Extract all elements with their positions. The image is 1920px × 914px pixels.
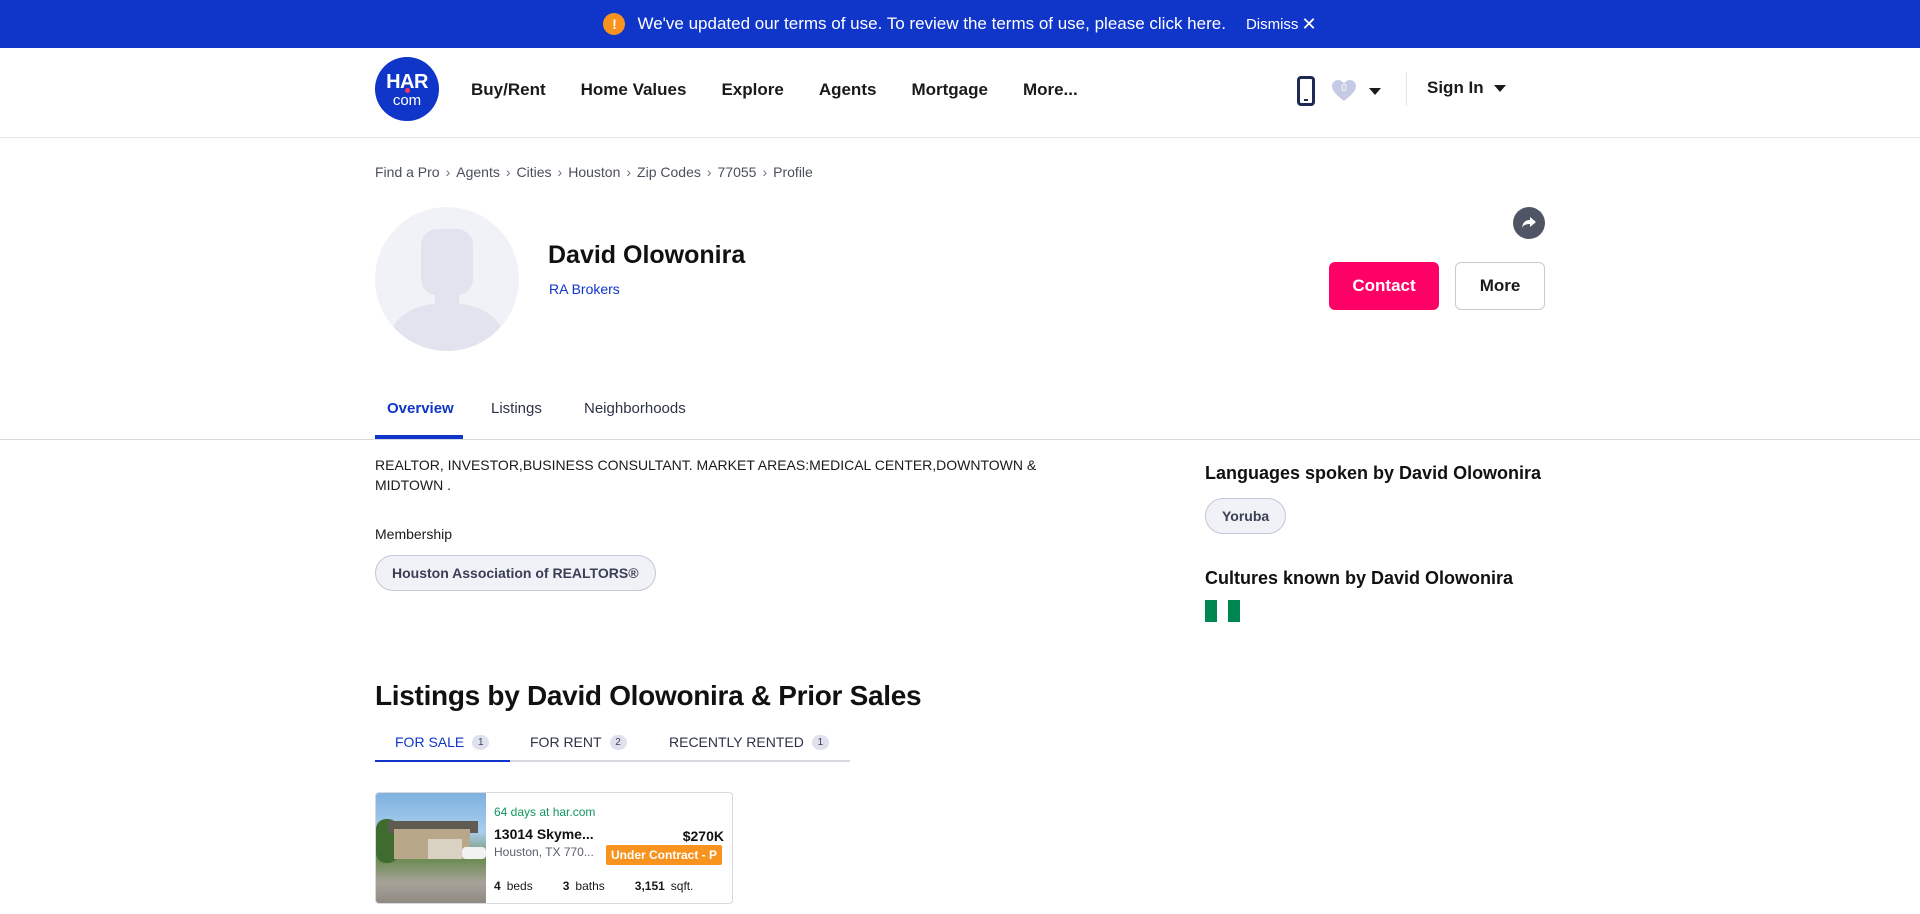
tab-overview[interactable]: Overview xyxy=(387,400,454,417)
warning-icon: ! xyxy=(603,13,626,35)
chevron-down-icon[interactable] xyxy=(1369,87,1381,95)
active-tab-indicator xyxy=(375,760,510,762)
breadcrumb-houston[interactable]: Houston xyxy=(568,164,620,180)
logo-text-com: com xyxy=(392,92,422,109)
beds-label: beds xyxy=(506,879,533,893)
sign-in-button[interactable]: Sign In xyxy=(1427,78,1506,98)
favorites-count: 0 xyxy=(1341,83,1347,94)
nav-mortgage[interactable]: Mortgage xyxy=(911,80,988,100)
breadcrumb: Find a Pro › Agents › Cities › Houston ›… xyxy=(375,164,813,180)
count-badge: 2 xyxy=(609,734,627,750)
baths-label: baths xyxy=(575,879,605,893)
chevron-right-icon: › xyxy=(626,164,632,180)
listing-address[interactable]: 13014 Skyme... xyxy=(494,826,594,842)
tab-for-sale-label: FOR SALE xyxy=(395,734,465,750)
count-badge: 1 xyxy=(811,734,829,750)
membership-chip[interactable]: Houston Association of REALTORS® xyxy=(375,555,656,591)
breadcrumb-agents[interactable]: Agents xyxy=(456,164,500,180)
listing-photo[interactable] xyxy=(376,793,486,903)
tab-for-rent[interactable]: FOR RENT 2 xyxy=(530,734,627,750)
sqft-spec: 3,151 sqft. xyxy=(635,879,694,893)
beds-spec: 4 beds xyxy=(494,879,533,893)
cultures-heading: Cultures known by David Olowonira xyxy=(1205,568,1514,588)
language-chip[interactable]: Yoruba xyxy=(1205,498,1287,534)
profile-tabs: Overview Listings Neighborhoods xyxy=(0,380,1920,440)
breadcrumb-77055[interactable]: 77055 xyxy=(718,164,757,180)
sqft-value: 3,151 xyxy=(634,879,665,893)
count-badge: 1 xyxy=(472,734,490,750)
broker-link[interactable]: RA Brokers xyxy=(549,281,620,297)
avatar xyxy=(375,207,519,351)
breadcrumb-profile: Profile xyxy=(773,164,813,180)
contact-button[interactable]: Contact xyxy=(1329,262,1439,310)
tab-recently-rented[interactable]: RECENTLY RENTED 1 xyxy=(669,734,829,750)
listing-city: Houston, TX 770... xyxy=(494,845,594,859)
beds-value: 4 xyxy=(494,879,501,893)
photo-garage xyxy=(428,839,462,859)
dismiss-label: Dismiss xyxy=(1245,15,1299,33)
chevron-down-icon xyxy=(1493,84,1506,92)
header-divider xyxy=(1406,72,1407,106)
listing-specs: 4 beds 3 baths 3,151 sqft. xyxy=(494,879,693,893)
share-button[interactable] xyxy=(1513,207,1545,239)
chevron-right-icon: › xyxy=(557,164,563,180)
breadcrumb-zip-codes[interactable]: Zip Codes xyxy=(637,164,701,180)
breadcrumb-find-a-pro[interactable]: Find a Pro xyxy=(375,164,440,180)
sqft-label: sqft. xyxy=(670,879,694,893)
tab-neighborhoods[interactable]: Neighborhoods xyxy=(584,400,686,417)
chevron-right-icon: › xyxy=(505,164,511,180)
nav-buy-rent[interactable]: Buy/Rent xyxy=(471,80,546,100)
sign-in-label: Sign In xyxy=(1427,78,1484,97)
breadcrumb-cities[interactable]: Cities xyxy=(517,164,552,180)
chevron-right-icon: › xyxy=(706,164,712,180)
agent-name: David Olowonira xyxy=(548,241,746,269)
main-nav: Buy/Rent Home Values Explore Agents Mort… xyxy=(471,80,1078,100)
terms-banner: ! We've updated our terms of use. To rev… xyxy=(0,0,1920,48)
baths-spec: 3 baths xyxy=(563,879,605,893)
dismiss-button[interactable]: Dismiss ✕ xyxy=(1246,14,1317,35)
tab-for-sale[interactable]: FOR SALE 1 xyxy=(395,734,490,750)
nav-explore[interactable]: Explore xyxy=(721,80,783,100)
listing-price: $270K xyxy=(682,828,724,844)
header-tools: 0 xyxy=(1297,76,1381,106)
active-tab-indicator xyxy=(375,435,463,439)
tab-listings[interactable]: Listings xyxy=(491,400,542,417)
person-silhouette-icon xyxy=(389,229,505,351)
chevron-right-icon: › xyxy=(445,164,451,180)
listing-card[interactable]: 64 days at har.com 13014 Skyme... $270K … xyxy=(375,792,733,904)
nav-agents[interactable]: Agents xyxy=(819,80,877,100)
share-arrow-icon xyxy=(1522,217,1536,228)
banner-message[interactable]: We've updated our terms of use. To revie… xyxy=(637,14,1225,34)
site-header: HAR com Buy/Rent Home Values Explore Age… xyxy=(0,48,1920,138)
nav-more[interactable]: More... xyxy=(1023,80,1078,100)
status-badge: Under Contract - P xyxy=(606,845,723,865)
chevron-right-icon: › xyxy=(762,164,768,180)
har-logo[interactable]: HAR com xyxy=(375,57,439,121)
nav-home-values[interactable]: Home Values xyxy=(581,80,687,100)
tab-for-rent-label: FOR RENT xyxy=(530,734,602,750)
mobile-app-icon[interactable] xyxy=(1297,76,1315,106)
tab-recently-rented-label: RECENTLY RENTED xyxy=(669,734,804,750)
agent-bio: REALTOR, INVESTOR,BUSINESS CONSULTANT. M… xyxy=(375,457,1037,493)
favorites-heart-icon[interactable]: 0 xyxy=(1331,79,1357,103)
more-button[interactable]: More xyxy=(1455,262,1545,310)
photo-car xyxy=(462,847,486,859)
listings-heading: Listings by David Olowonira & Prior Sale… xyxy=(375,680,922,711)
membership-label: Membership xyxy=(375,526,453,542)
languages-heading: Languages spoken by David Olowonira xyxy=(1205,463,1542,483)
listings-tabs: FOR SALE 1 FOR RENT 2 RECENTLY RENTED 1 xyxy=(375,730,850,762)
close-icon: ✕ xyxy=(1301,13,1317,34)
nigeria-flag-icon xyxy=(1205,600,1241,622)
days-on-market: 64 days at har.com xyxy=(494,805,596,819)
baths-value: 3 xyxy=(562,879,570,893)
